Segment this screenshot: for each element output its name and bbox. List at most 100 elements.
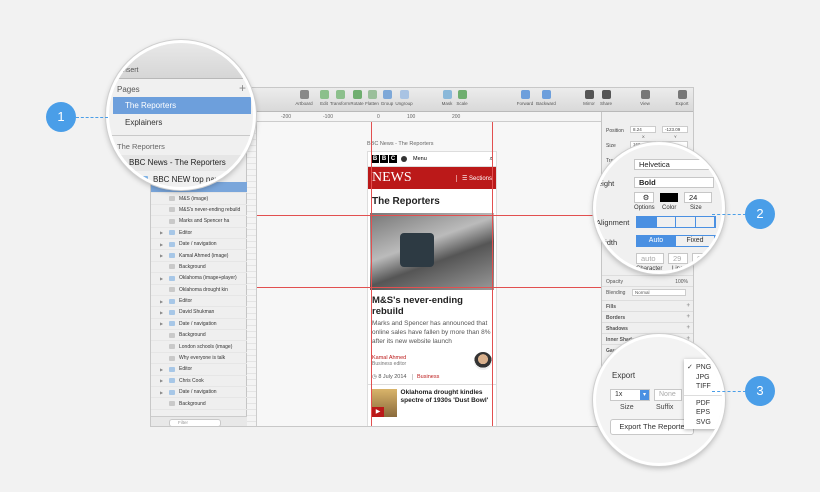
layer-row[interactable]: ▶ David Shukman — [151, 307, 247, 319]
add-icon[interactable]: + — [686, 325, 690, 331]
align-left-icon[interactable] — [637, 217, 657, 227]
add-icon[interactable]: + — [686, 303, 690, 309]
disclosure-icon[interactable]: ▶ — [160, 253, 163, 258]
color-swatch[interactable] — [660, 193, 678, 202]
layer-row[interactable]: ▶ Date / navigation — [151, 239, 247, 251]
character-spacing-field[interactable]: auto — [636, 253, 664, 264]
page-item-explainers[interactable]: Explainers — [113, 114, 251, 131]
view-icon — [640, 90, 650, 99]
disclosure-icon[interactable]: ▶ — [160, 230, 163, 235]
sections-button: ☰ Sections — [455, 174, 492, 182]
position-x-field[interactable]: 8.24 — [630, 126, 656, 133]
layer-row[interactable]: Background — [151, 398, 247, 410]
width-control[interactable]: Auto Fixed — [636, 235, 716, 247]
align-justify-icon[interactable] — [696, 217, 715, 227]
tool-export[interactable]: Export — [669, 90, 693, 106]
add-page-icon[interactable]: + — [239, 81, 246, 95]
disclosure-icon[interactable]: ▼ — [117, 155, 123, 171]
text-icon — [169, 287, 175, 293]
borders-section[interactable]: Borders + — [602, 311, 693, 322]
tool-backward[interactable]: Backward — [533, 90, 559, 106]
shadows-section[interactable]: Shadows + — [602, 322, 693, 333]
headline: M&S's never-ending rebuild — [372, 295, 463, 317]
disclosure-icon[interactable]: ▶ — [160, 276, 163, 281]
add-icon[interactable]: + — [686, 314, 690, 320]
alignment-label: Alignment — [596, 218, 630, 227]
format-pdf[interactable]: PDF — [684, 399, 722, 409]
layer-row[interactable]: ▶ Oklahoma (image+player) — [151, 273, 247, 285]
format-eps[interactable]: EPS — [684, 408, 722, 418]
checkmark-icon: ✓ — [687, 364, 693, 371]
folder-icon — [169, 309, 175, 315]
alignment-control[interactable] — [636, 216, 716, 228]
layer-label: Why everyone is talk — [179, 355, 226, 362]
opacity-row[interactable]: Opacity 100% — [602, 275, 693, 286]
guide-horizontal — [257, 215, 601, 216]
layer-row[interactable]: ▶ Editor — [151, 228, 247, 239]
export-scale-select[interactable]: 1x ▾ — [610, 389, 650, 401]
layer-row[interactable]: ▶ Editor — [151, 364, 247, 376]
export-format-menu[interactable]: ✓ PNG JPG TIFF PDF EPS SVG — [684, 359, 722, 429]
filter-input[interactable]: Filter — [169, 419, 221, 426]
font-size-field[interactable]: 24 — [684, 192, 712, 203]
disclosure-icon[interactable]: ▶ — [160, 321, 163, 326]
page-item-the-reporters[interactable]: The Reporters — [113, 97, 251, 114]
callout-3-line — [712, 391, 746, 392]
line-height-field[interactable]: 29 — [668, 253, 688, 264]
layer-row[interactable]: M&S's never-ending rebuild — [151, 205, 247, 217]
export-title: Export — [612, 371, 636, 380]
export-suffix-field[interactable]: None — [654, 389, 682, 401]
tool-share[interactable]: Share — [593, 90, 619, 106]
section-title: The Reporters — [372, 196, 440, 207]
layer-row[interactable]: M&S (image) — [151, 193, 247, 205]
position-y-field[interactable]: -123.09 — [662, 126, 688, 133]
layer-row[interactable]: ▶ Chris Cook — [151, 376, 247, 388]
export-button[interactable]: Export The Reporte — [610, 419, 694, 435]
tool-view[interactable]: View — [632, 90, 658, 106]
font-family-field[interactable]: Helvetica — [634, 159, 714, 170]
callout-1-line — [76, 117, 108, 118]
story-date: 8 July 2014 — [378, 374, 407, 380]
fills-section[interactable]: Fills + — [602, 300, 693, 311]
layer-row[interactable]: Marks and Spencer ha — [151, 216, 247, 228]
layer-row[interactable]: Background — [151, 262, 247, 274]
summary: Marks and Spencer has announced that onl… — [372, 320, 491, 345]
layer-row[interactable]: ▶ Date / navigation — [151, 319, 247, 331]
tool-ungroup[interactable]: Ungroup — [391, 90, 417, 106]
width-fixed[interactable]: Fixed — [676, 236, 715, 246]
layer-row[interactable]: ▶ Date / navigation — [151, 387, 247, 399]
layer-row[interactable]: ▶ Editor — [151, 296, 247, 308]
blending-row[interactable]: Blending Normal — [602, 286, 693, 297]
format-jpg[interactable]: JPG — [684, 373, 722, 383]
layer-row[interactable]: London schools (image) — [151, 341, 247, 353]
font-weight-field[interactable]: Bold — [634, 177, 714, 188]
disclosure-icon[interactable]: ▶ — [160, 390, 163, 395]
format-svg[interactable]: SVG — [684, 418, 722, 428]
format-png[interactable]: ✓ PNG — [684, 363, 722, 373]
x-label: X — [642, 134, 645, 139]
disclosure-icon[interactable]: ▶ — [160, 378, 163, 383]
disclosure-icon[interactable]: ▶ — [160, 310, 163, 315]
paragraph-spacing-field[interactable]: 0 — [692, 253, 712, 264]
artboard[interactable]: BBC Menu ⌕ NEWS ☰ Sections The Reporters… — [367, 151, 497, 426]
align-right-icon[interactable] — [676, 217, 696, 227]
text-icon — [169, 355, 175, 361]
align-center-icon[interactable] — [657, 217, 676, 227]
ruler-top: -200 -100 0 100 200 — [247, 112, 601, 122]
disclosure-icon[interactable]: ▶ — [160, 299, 163, 304]
width-auto[interactable]: Auto — [637, 236, 676, 246]
tool-scale[interactable]: Scale — [449, 90, 475, 106]
artboard-title[interactable]: BBC News - The Reporters — [367, 141, 434, 147]
options-button[interactable]: ⚙ — [634, 192, 654, 203]
menu-label: Menu — [413, 156, 427, 162]
layer-top-nav[interactable]: BBC NEW top nav — [109, 171, 253, 187]
insert-label[interactable]: Insert — [121, 67, 139, 74]
layer-row[interactable]: Oklahoma drought kin — [151, 285, 247, 296]
layer-label: Marks and Spencer ha — [179, 218, 230, 225]
disclosure-icon[interactable]: ▶ — [160, 367, 163, 372]
disclosure-icon[interactable]: ▶ — [160, 242, 163, 247]
layer-row[interactable]: ▶ Kamal Ahmed (image) — [151, 250, 247, 262]
artboard-group[interactable]: ▼ BBC News - The Reporters — [109, 155, 253, 171]
layer-row[interactable]: Background — [151, 330, 247, 342]
layer-row[interactable]: Why everyone is talk — [151, 353, 247, 365]
